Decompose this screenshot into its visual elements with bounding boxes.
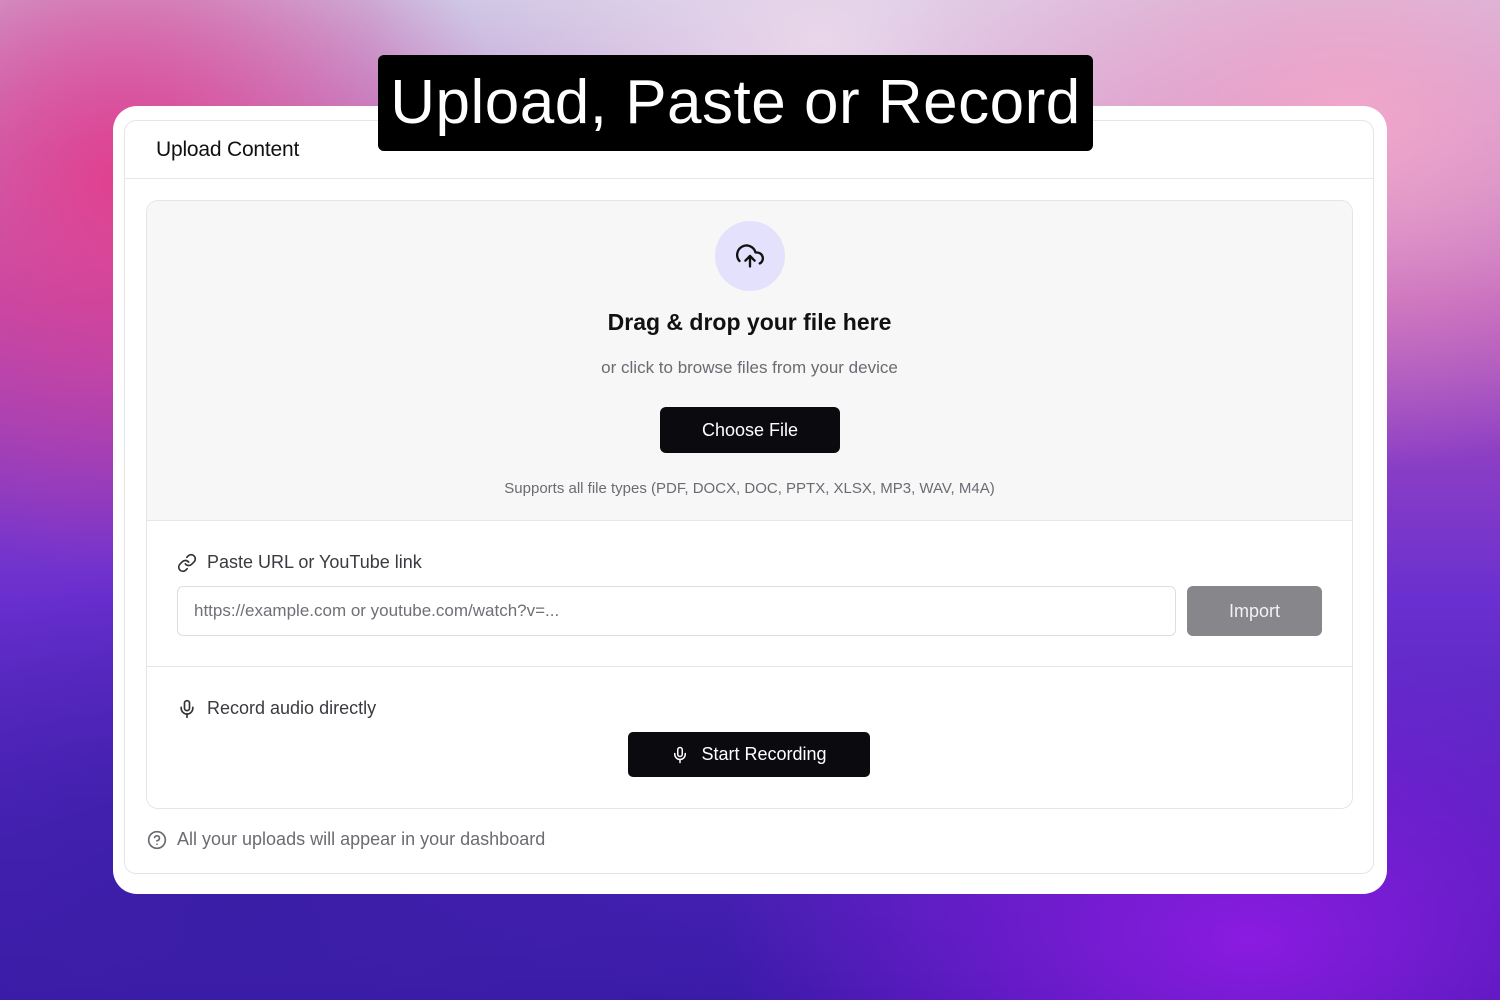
choose-file-button[interactable]: Choose File — [660, 407, 840, 453]
file-dropzone[interactable]: Drag & drop your file here or click to b… — [147, 201, 1352, 521]
microphone-icon — [180, 699, 194, 718]
upload-options-box: Drag & drop your file here or click to b… — [146, 200, 1353, 809]
link-icon — [177, 553, 197, 572]
supported-file-types: Supports all file types (PDF, DOCX, DOC,… — [504, 480, 995, 497]
dropzone-subtitle: or click to browse files from your devic… — [601, 358, 898, 377]
card-title: Upload Content — [156, 137, 300, 161]
start-recording-button[interactable]: Start Recording — [628, 732, 870, 777]
microphone-icon — [674, 746, 687, 763]
record-label-text: Record audio directly — [207, 698, 377, 718]
footer-note-text: All your uploads will appear in your das… — [177, 829, 546, 849]
url-label-text: Paste URL or YouTube link — [207, 552, 422, 572]
start-recording-label: Start Recording — [701, 744, 827, 764]
dropzone-title: Drag & drop your file here — [607, 309, 892, 335]
upload-dialog: Upload Content Drag & drop your file her… — [113, 106, 1387, 894]
headline-banner: Upload, Paste or Record — [378, 55, 1093, 151]
record-section-label: Record audio directly — [177, 698, 376, 719]
footer-note: All your uploads will appear in your das… — [147, 829, 545, 850]
record-audio-section: Record audio directly Start Recording — [147, 667, 1352, 808]
help-circle-icon — [147, 830, 167, 849]
url-import-section: Paste URL or YouTube link Import — [147, 521, 1352, 667]
url-section-label: Paste URL or YouTube link — [177, 552, 422, 573]
upload-content-card: Upload Content Drag & drop your file her… — [124, 120, 1374, 874]
cloud-upload-icon — [715, 221, 785, 291]
import-button[interactable]: Import — [1187, 586, 1322, 636]
url-input[interactable] — [177, 586, 1176, 636]
